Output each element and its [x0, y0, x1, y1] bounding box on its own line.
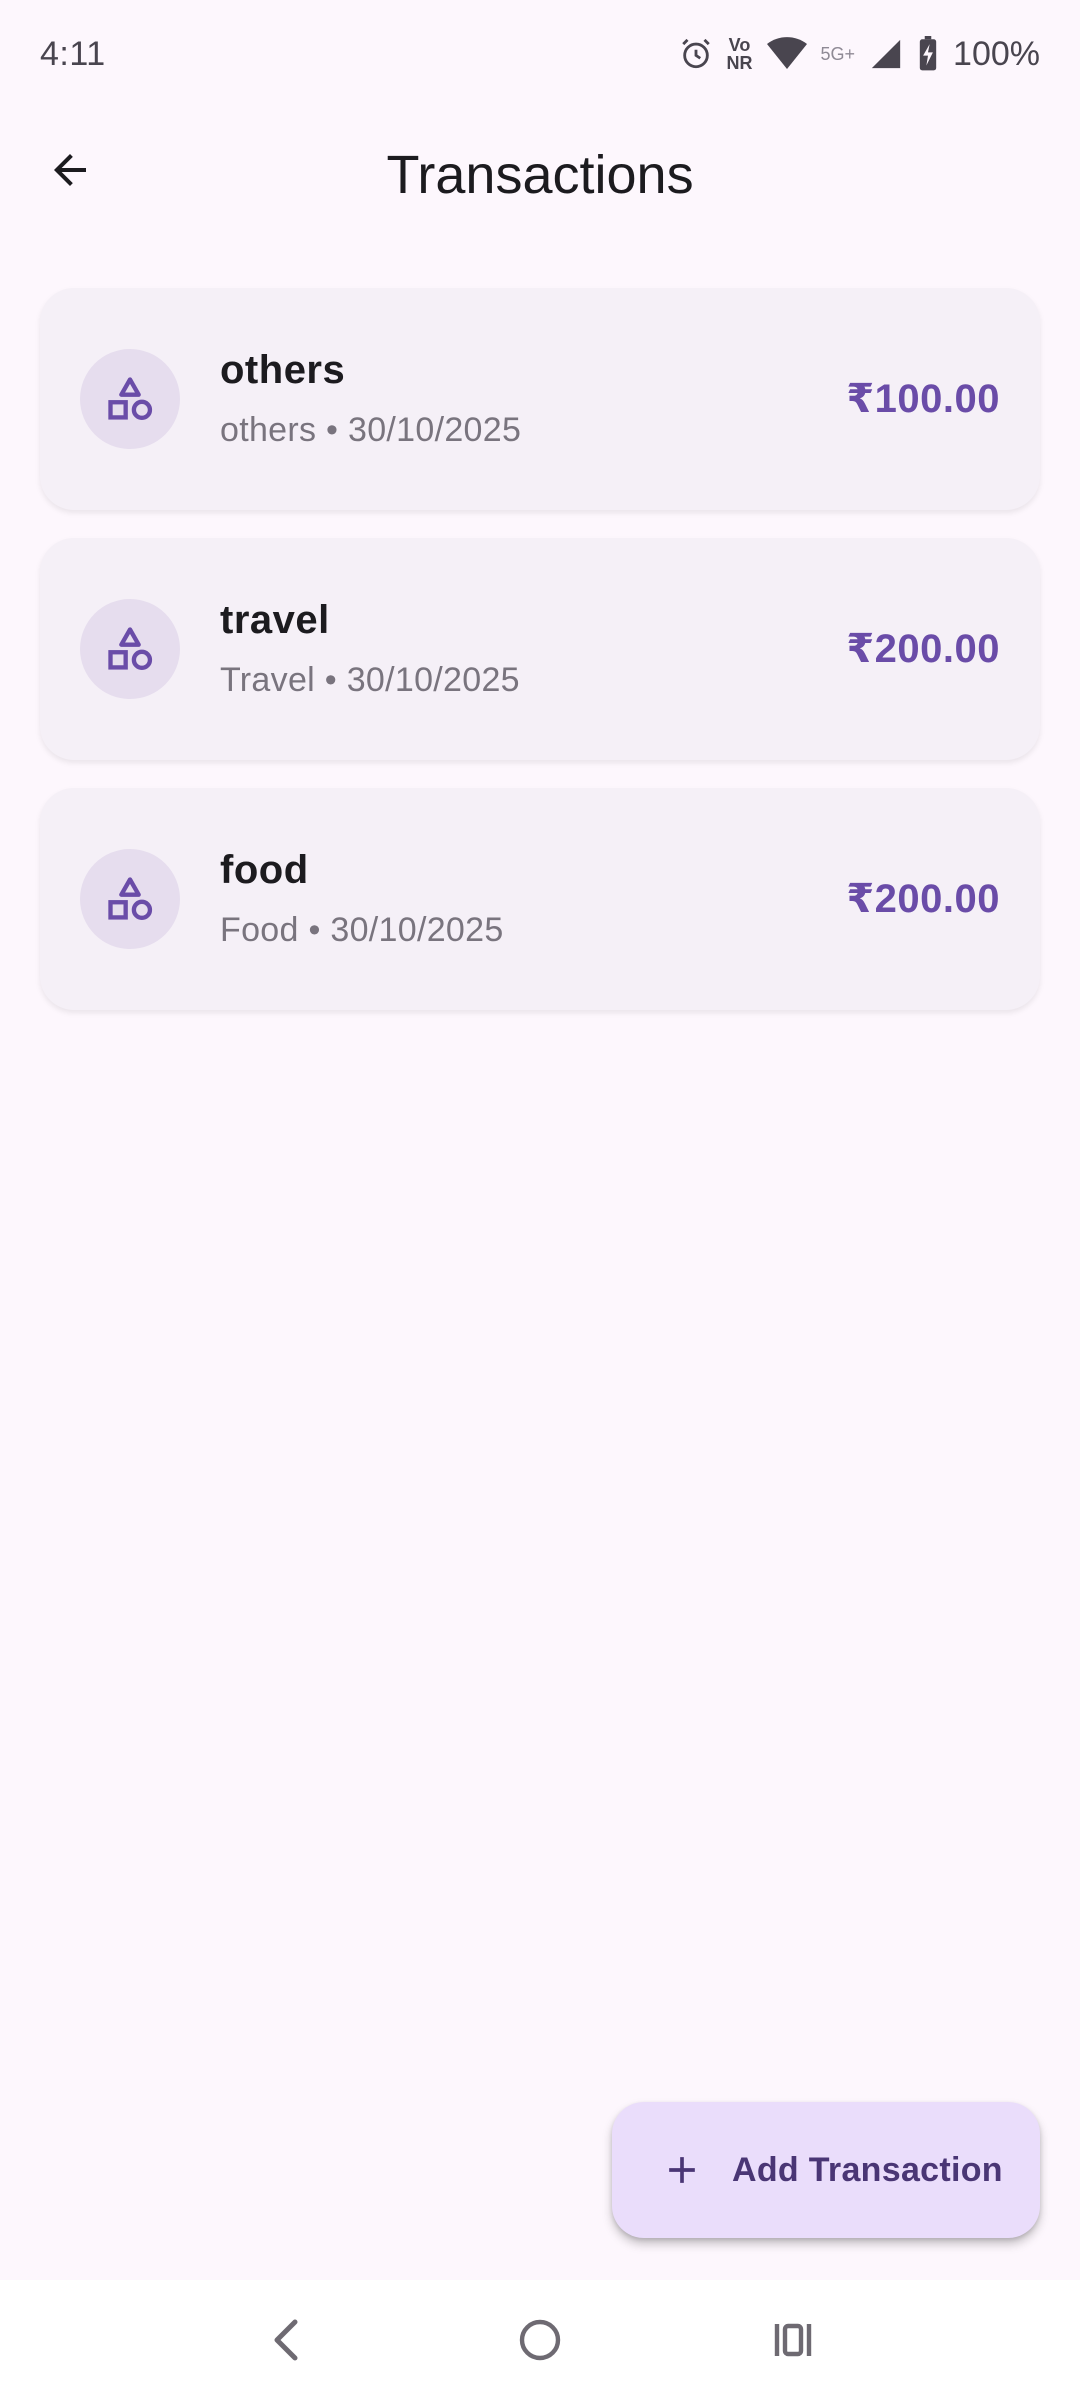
- nav-recents-icon: [775, 2323, 812, 2357]
- transaction-title: food: [220, 848, 309, 892]
- category-avatar: [80, 599, 180, 699]
- status-icons: Vo NR 5G+ 100%: [679, 34, 1040, 74]
- transaction-card-food[interactable]: food Food • 30/10/2025 ₹200.00: [40, 788, 1040, 1010]
- transaction-amount: ₹200.00: [846, 877, 1000, 921]
- status-bar: 4:11 Vo NR 5G+ 100%: [0, 0, 1080, 108]
- transaction-card-travel[interactable]: travel Travel • 30/10/2025 ₹200.00: [40, 538, 1040, 760]
- battery-charging-icon: [917, 36, 939, 72]
- transaction-text: travel Travel • 30/10/2025: [220, 598, 846, 700]
- volte-nr-icon: Vo NR: [726, 35, 753, 73]
- transaction-title: travel: [220, 598, 330, 642]
- nav-back-icon: [274, 2319, 298, 2361]
- transaction-card-others[interactable]: others others • 30/10/2025 ₹100.00: [40, 288, 1040, 510]
- page-title: Transactions: [386, 145, 694, 205]
- transaction-subtitle: Travel • 30/10/2025: [220, 661, 520, 699]
- battery-percentage: 100%: [953, 34, 1040, 73]
- transactions-screen: 4:11 Vo NR 5G+ 100% Transactions others …: [0, 0, 1080, 2400]
- network-type-label: 5G+: [820, 43, 856, 64]
- transactions-list: others others • 30/10/2025 ₹100.00 trave…: [40, 288, 1040, 1038]
- category-avatar: [80, 349, 180, 449]
- category-shapes-icon: [108, 377, 153, 421]
- add-transaction-button[interactable]: Add Transaction: [612, 2102, 1040, 2238]
- transaction-text: others others • 30/10/2025: [220, 348, 846, 450]
- nav-home-icon: [519, 2319, 561, 2361]
- category-shapes-icon: [108, 627, 153, 671]
- alarm-icon: [679, 37, 713, 71]
- category-shapes-icon: [108, 877, 153, 921]
- cell-signal-icon: [869, 37, 903, 71]
- nav-recents-button[interactable]: [748, 2295, 838, 2385]
- transaction-subtitle: Food • 30/10/2025: [220, 911, 504, 949]
- nav-home-button[interactable]: [495, 2295, 585, 2385]
- transaction-amount: ₹200.00: [846, 627, 1000, 671]
- top-app-bar: Transactions: [0, 108, 1080, 248]
- transaction-subtitle: others • 30/10/2025: [220, 411, 522, 449]
- transaction-text: food Food • 30/10/2025: [220, 848, 846, 950]
- add-transaction-label: Add Transaction: [732, 2150, 1003, 2189]
- plus-icon: [669, 2157, 695, 2183]
- status-time: 4:11: [40, 34, 106, 73]
- transaction-amount: ₹100.00: [846, 377, 1000, 421]
- category-avatar: [80, 849, 180, 949]
- nav-back-button[interactable]: [242, 2295, 332, 2385]
- transaction-title: others: [220, 348, 346, 392]
- wifi-icon: [766, 37, 807, 71]
- system-navigation-bar: [0, 2280, 1080, 2400]
